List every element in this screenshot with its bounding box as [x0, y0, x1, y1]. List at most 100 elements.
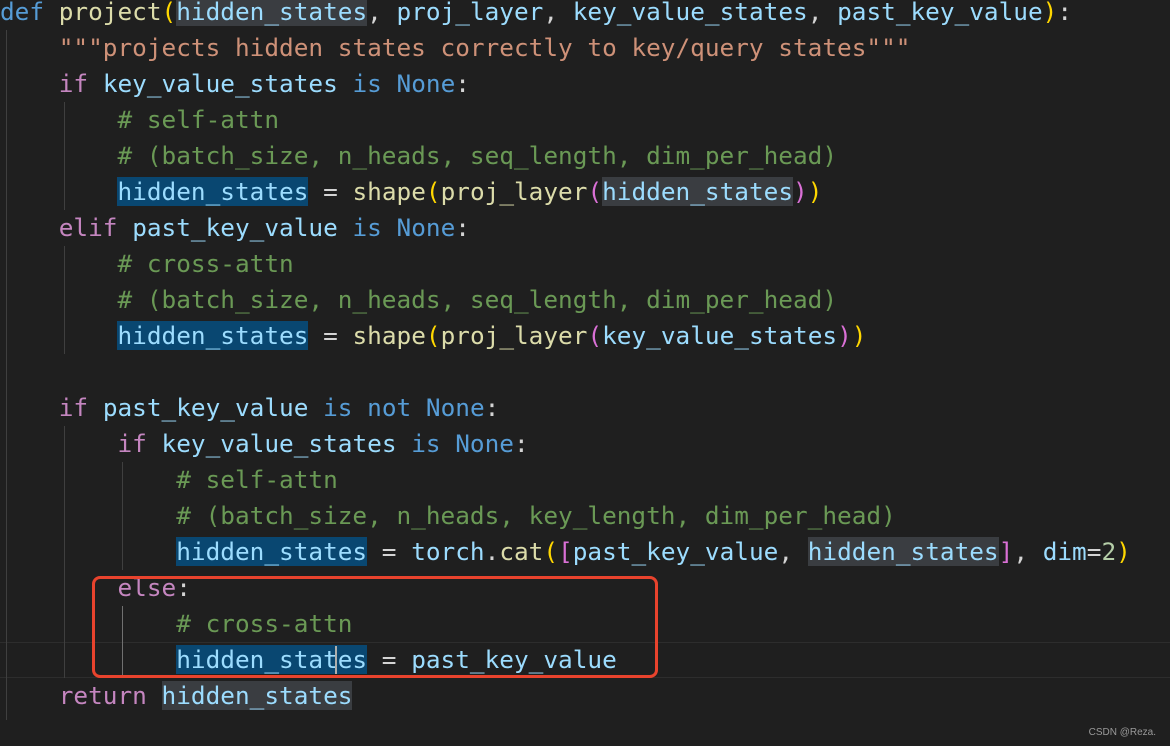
code-line[interactable]: hidden_states = torch.cat([past_key_valu…: [0, 534, 1131, 570]
code-token: hidden_states: [176, 0, 368, 26]
code-token: is: [411, 429, 441, 458]
code-token: hidden_states: [161, 681, 353, 710]
code-token: ): [1042, 0, 1058, 26]
code-token: hidden_states: [117, 321, 309, 350]
watermark: CSDN @Reza.: [1088, 727, 1156, 738]
code-line[interactable]: if key_value_states is None:: [0, 66, 470, 102]
code-token: ): [851, 321, 867, 350]
code-token: ): [807, 177, 823, 206]
code-token: key_value_states: [572, 0, 808, 26]
code-token: project: [58, 0, 162, 26]
code-token: =: [308, 177, 353, 206]
code-line[interactable]: if past_key_value is not None:: [0, 390, 500, 426]
code-token: :: [455, 213, 470, 242]
code-token: key_value_states: [102, 69, 338, 98]
code-token: ,: [367, 0, 397, 26]
code-line[interactable]: """projects hidden states correctly to k…: [0, 30, 911, 66]
code-token: # cross-attn: [117, 249, 294, 278]
code-token: =: [1086, 537, 1102, 566]
code-token: hidden_states: [602, 177, 794, 206]
code-token: ,: [807, 0, 838, 26]
code-line[interactable]: elif past_key_value is None:: [0, 210, 470, 246]
code-token: ]: [998, 537, 1014, 566]
code-token: proj_layer: [440, 321, 588, 350]
code-token: .: [484, 537, 500, 566]
code-token: return: [58, 681, 147, 710]
code-line[interactable]: hidden_states = shape(proj_layer(key_val…: [0, 318, 866, 354]
code-line[interactable]: hidden_states = shape(proj_layer(hidden_…: [0, 174, 822, 210]
code-token: None: [455, 429, 514, 458]
code-line[interactable]: def project(hidden_states, proj_layer, k…: [0, 0, 1072, 30]
code-line[interactable]: # self-attn: [0, 102, 279, 138]
code-token: is: [352, 213, 382, 242]
code-token: None: [425, 393, 485, 422]
code-token: # self-attn: [117, 105, 280, 134]
code-token: if: [58, 393, 89, 422]
code-token: None: [396, 213, 456, 242]
code-line[interactable]: return hidden_states: [0, 678, 353, 714]
code-token: ): [1116, 537, 1131, 566]
code-token: torch: [411, 537, 485, 566]
code-line[interactable]: # (batch_size, n_heads, seq_length, dim_…: [0, 138, 837, 174]
code-line[interactable]: # (batch_size, n_heads, seq_length, dim_…: [0, 282, 837, 318]
code-token: ): [837, 321, 852, 350]
code-editor[interactable]: def project(hidden_states, proj_layer, k…: [0, 0, 1170, 746]
code-token: def: [0, 0, 45, 26]
code-token: :: [484, 393, 500, 422]
code-token: None: [396, 69, 456, 98]
code-token: proj_layer: [440, 177, 588, 206]
code-token: past_key_value: [132, 213, 338, 242]
code-token: # self-attn: [176, 465, 338, 494]
code-line[interactable]: # (batch_size, n_heads, key_length, dim_…: [0, 498, 896, 534]
code-token: # (batch_size, n_heads, key_length, dim_…: [176, 501, 896, 530]
code-line[interactable]: # self-attn: [0, 462, 338, 498]
code-line[interactable]: # cross-attn: [0, 246, 294, 282]
code-token: 2: [1101, 537, 1117, 566]
code-token: cat: [499, 537, 544, 566]
code-token: =: [367, 537, 412, 566]
code-token: shape: [352, 321, 426, 350]
code-token: is: [352, 69, 382, 98]
code-token: ,: [1013, 537, 1043, 566]
code-token: (: [425, 321, 441, 350]
code-token: ): [793, 177, 808, 206]
code-token: if: [58, 69, 89, 98]
code-token: past_key_value: [837, 0, 1043, 26]
code-token: # (batch_size, n_heads, seq_length, dim_…: [117, 285, 838, 314]
code-token: not: [367, 393, 412, 422]
code-token: =: [308, 321, 353, 350]
code-token: key_value_states: [602, 321, 838, 350]
code-token: (: [587, 177, 603, 206]
code-token: past_key_value: [572, 537, 779, 566]
code-token: # (batch_size, n_heads, seq_length, dim_…: [117, 141, 838, 170]
code-token: elif: [58, 213, 118, 242]
code-token: (: [587, 321, 603, 350]
code-token: if: [117, 429, 147, 458]
code-token: [: [558, 537, 573, 566]
code-token: (: [161, 0, 177, 26]
code-line[interactable]: if key_value_states is None:: [0, 426, 529, 462]
code-token: is: [323, 393, 353, 422]
code-token: :: [514, 429, 529, 458]
code-token: ,: [543, 0, 573, 26]
